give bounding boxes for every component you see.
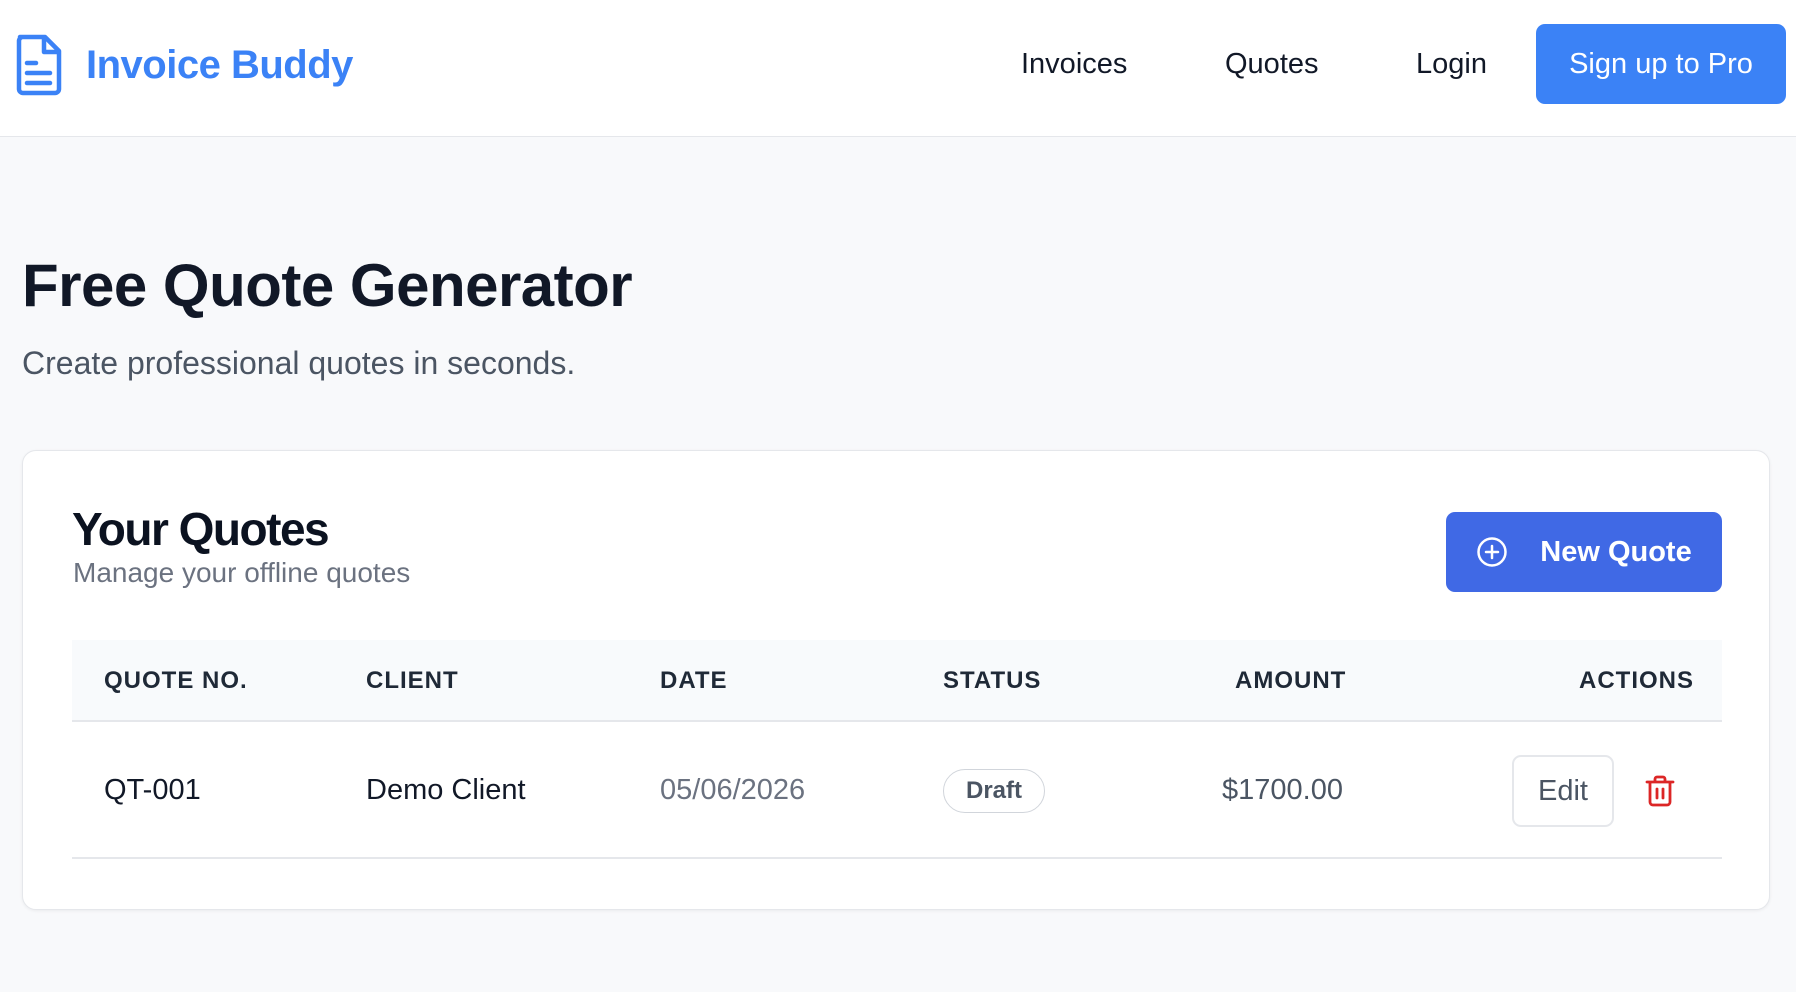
column-header-quote-no: QUOTE NO. [104,667,248,694]
trash-icon [1645,775,1675,807]
brand-name: Invoice Buddy [86,43,353,87]
page-subtitle: Create professional quotes in seconds. [22,345,576,381]
card-subtitle: Manage your offline quotes [73,557,411,588]
date-cell: 05/06/2026 [660,774,806,806]
delete-quote-button[interactable] [1643,774,1677,808]
plus-circle-icon [1477,537,1508,567]
column-header-amount: AMOUNT [1235,667,1347,694]
page-title: Free Quote Generator [22,252,633,319]
table-header: QUOTE NO. CLIENT DATE STATUS AMOUNT ACTI… [72,640,1722,722]
quote-number-cell: QT-001 [104,774,201,806]
new-quote-label: New Quote [1540,535,1692,568]
column-header-status: STATUS [943,667,1042,694]
status-badge: Draft [943,769,1046,813]
table-row: QT-001 Demo Client 05/06/2026 Draft $170… [72,722,1722,859]
column-header-client: CLIENT [366,667,459,694]
sign-up-pro-button[interactable]: Sign up to Pro [1536,24,1786,104]
nav-login-link[interactable]: Login [1416,42,1487,86]
edit-quote-button[interactable]: Edit [1512,755,1614,827]
top-navbar: Invoice Buddy Invoices Quotes Login Sign… [0,0,1796,137]
document-icon [16,34,62,96]
amount-cell: $1700.00 [1222,774,1343,806]
column-header-actions: ACTIONS [1579,667,1694,694]
quotes-card: Your Quotes Manage your offline quotes N… [22,450,1770,910]
nav-quotes-link[interactable]: Quotes [1225,42,1319,86]
nav-invoices-link[interactable]: Invoices [1021,42,1127,86]
brand-logo-link[interactable]: Invoice Buddy [14,34,353,96]
column-header-date: DATE [660,667,728,694]
card-title: Your Quotes [72,503,330,555]
client-cell: Demo Client [366,774,526,806]
new-quote-button[interactable]: New Quote [1446,512,1722,592]
